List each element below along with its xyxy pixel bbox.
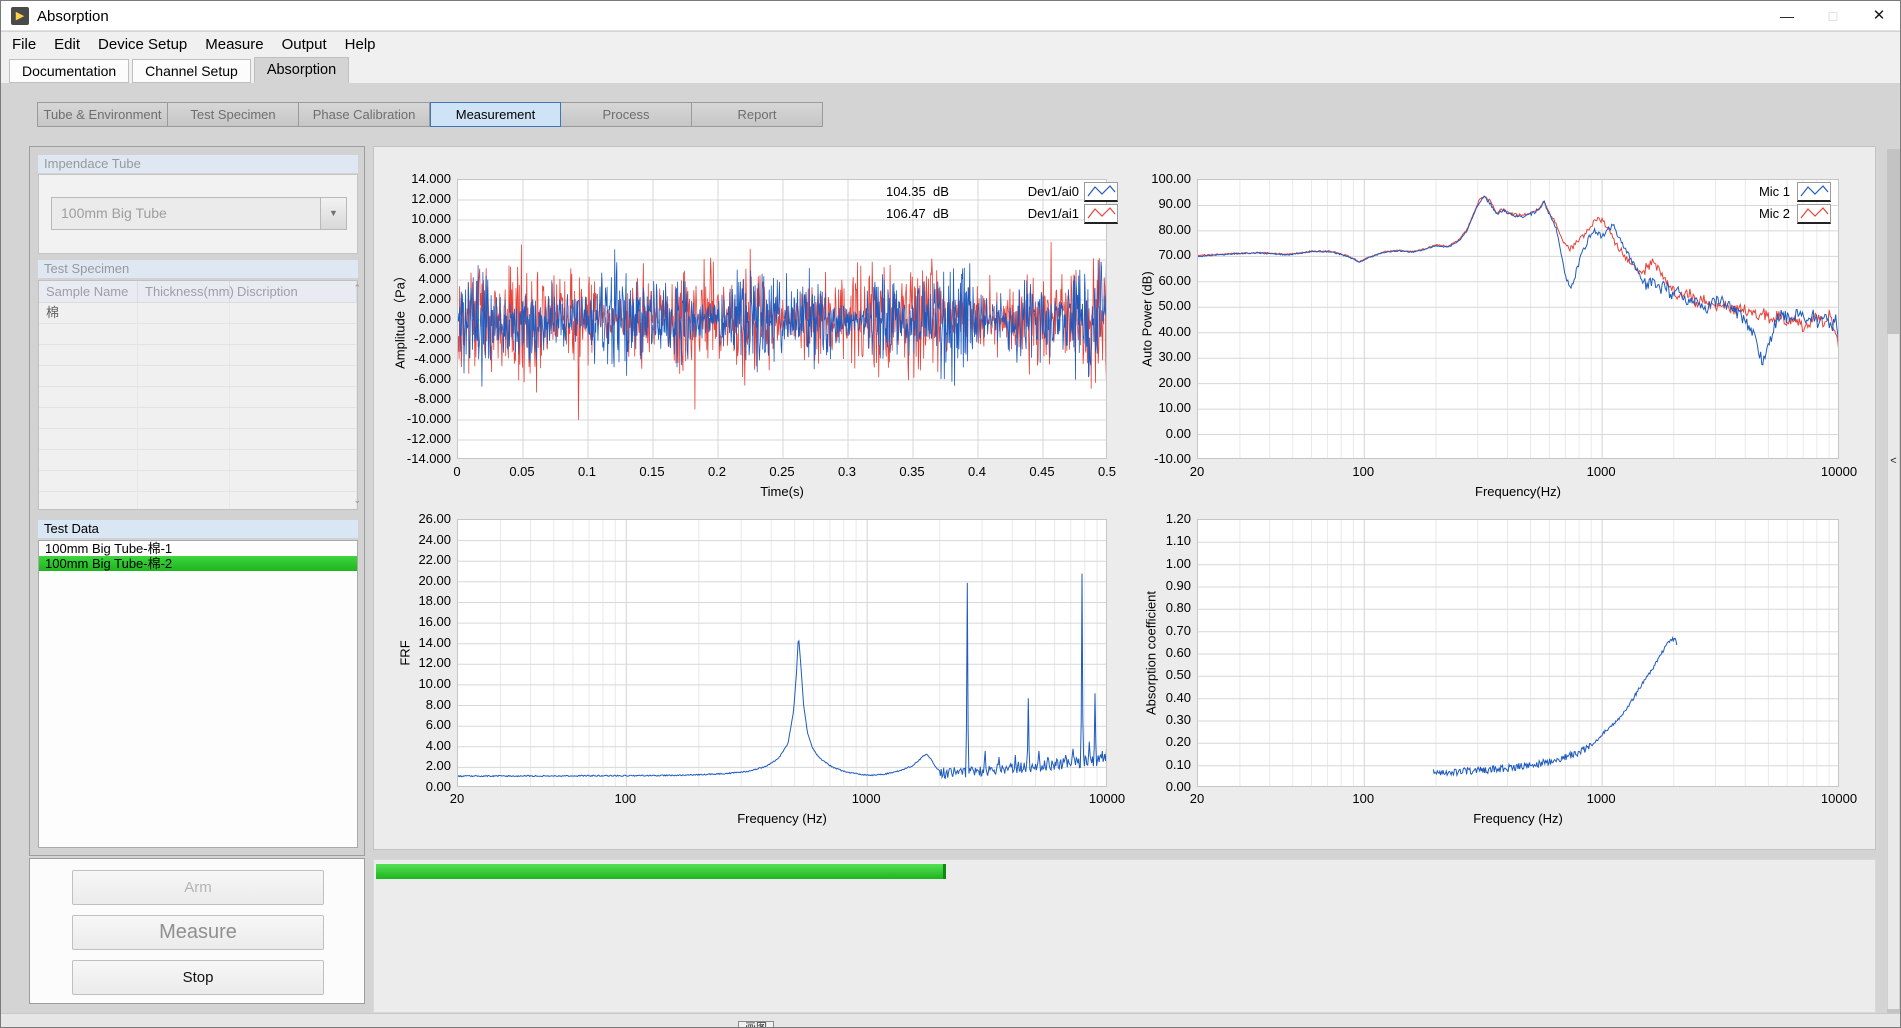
cell-empty [230, 492, 357, 510]
cell-empty [39, 450, 138, 470]
arm-button[interactable]: Arm [72, 870, 324, 905]
cell-empty [138, 387, 230, 407]
impedance-tube-group: 100mm Big Tube ▼ [38, 174, 358, 254]
main-tab-strip: DocumentationChannel SetupAbsorption [1, 57, 1901, 83]
column-header-discription: Discription [230, 281, 357, 302]
cell-empty [230, 366, 357, 386]
progress-bar [376, 864, 1876, 879]
chevron-left-icon[interactable]: < [1887, 453, 1900, 469]
scroll-down-icon[interactable]: ⌄ [353, 495, 361, 506]
cell-empty [230, 408, 357, 428]
cell-empty [230, 471, 357, 491]
cell-empty [230, 429, 357, 449]
table-row-empty[interactable] [39, 366, 357, 387]
cell-empty [138, 324, 230, 344]
table-row-empty[interactable] [39, 324, 357, 345]
cell-empty [138, 366, 230, 386]
table-row-empty[interactable] [39, 429, 357, 450]
minimize-button[interactable]: — [1764, 1, 1810, 31]
cell-empty [230, 450, 357, 470]
application-window: ▶ Absorption — □ ✕ FileEditDevice SetupM… [0, 0, 1901, 1028]
menu-item-edit[interactable]: Edit [45, 32, 89, 57]
window-title: Absorption [37, 8, 109, 25]
cell-empty [138, 492, 230, 510]
cell-sample-name: 棉 [39, 303, 138, 323]
impedance-tube-dropdown-value: 100mm Big Tube [61, 198, 167, 229]
app-icon: ▶ [11, 7, 29, 25]
table-row[interactable]: 棉 [39, 303, 357, 324]
cell-discription [230, 303, 357, 323]
cell-empty [39, 471, 138, 491]
subtab-report[interactable]: Report [692, 102, 823, 127]
table-row-empty[interactable] [39, 408, 357, 429]
chevron-down-icon[interactable]: ▼ [320, 198, 346, 229]
table-row-empty[interactable] [39, 345, 357, 366]
right-splitter[interactable] [1887, 334, 1900, 1009]
cell-empty [138, 450, 230, 470]
close-button[interactable]: ✕ [1856, 1, 1901, 31]
maximize-button[interactable]: □ [1810, 1, 1856, 31]
cell-empty [39, 492, 138, 510]
cell-empty [230, 387, 357, 407]
table-row-empty[interactable] [39, 450, 357, 471]
sidebar-panel: Impendace Tube 100mm Big Tube ▼ Test Spe… [29, 146, 365, 856]
list-item[interactable]: 100mm Big Tube-棉-1 [39, 541, 357, 556]
impedance-tube-header: Impendace Tube [38, 155, 358, 173]
cell-empty [39, 345, 138, 365]
charts-panel [373, 146, 1876, 850]
stop-button[interactable]: Stop [72, 960, 324, 995]
subtab-measurement[interactable]: Measurement [430, 102, 561, 127]
command-buttons-panel: Arm Measure Stop [29, 858, 365, 1004]
tab-documentation[interactable]: Documentation [9, 59, 129, 83]
cell-thickness [138, 303, 230, 323]
measure-button[interactable]: Measure [72, 915, 324, 950]
progress-bar-fill [376, 864, 946, 879]
column-header-thickness-mm: Thickness(mm) [138, 281, 230, 302]
cell-empty [230, 324, 357, 344]
table-row-empty[interactable] [39, 471, 357, 492]
test-specimen-table[interactable]: Sample NameThickness(mm)Discription棉 [38, 280, 358, 510]
menubar: FileEditDevice SetupMeasureOutputHelp [1, 32, 1901, 57]
cell-empty [39, 387, 138, 407]
sub-tab-strip: Tube & EnvironmentTest SpecimenPhase Cal… [37, 102, 823, 127]
tab-channel-setup[interactable]: Channel Setup [132, 59, 251, 83]
menu-item-measure[interactable]: Measure [196, 32, 272, 57]
menu-item-help[interactable]: Help [336, 32, 385, 57]
cell-empty [39, 366, 138, 386]
cell-empty [138, 429, 230, 449]
paint-button-partial[interactable]: 画图 [738, 1021, 774, 1028]
subtab-phase-calibration[interactable]: Phase Calibration [299, 102, 430, 127]
menu-item-file[interactable]: File [3, 32, 45, 57]
menu-item-output[interactable]: Output [273, 32, 336, 57]
subtab-process[interactable]: Process [561, 102, 692, 127]
cell-empty [230, 345, 357, 365]
test-data-header: Test Data [38, 520, 358, 538]
window-titlebar: ▶ Absorption — □ ✕ [1, 1, 1901, 31]
cell-empty [39, 324, 138, 344]
cell-empty [138, 345, 230, 365]
table-header-row: Sample NameThickness(mm)Discription [39, 281, 357, 303]
test-data-list[interactable]: 100mm Big Tube-棉-1100mm Big Tube-棉-2 [38, 540, 358, 848]
impedance-tube-dropdown[interactable]: 100mm Big Tube ▼ [51, 197, 347, 230]
list-item[interactable]: 100mm Big Tube-棉-2 [39, 556, 357, 571]
cell-empty [39, 408, 138, 428]
cell-empty [39, 429, 138, 449]
column-header-sample-name: Sample Name [39, 281, 138, 302]
test-specimen-header: Test Specimen [38, 260, 358, 278]
subtab-tube-environment[interactable]: Tube & Environment [37, 102, 168, 127]
footer-strip [1, 1013, 1901, 1028]
scroll-up-icon[interactable]: ⌃ [353, 283, 361, 294]
lower-panel [373, 859, 1876, 1013]
table-row-empty[interactable] [39, 387, 357, 408]
cell-empty [138, 408, 230, 428]
table-row-empty[interactable] [39, 492, 357, 510]
subtab-test-specimen[interactable]: Test Specimen [168, 102, 299, 127]
menu-item-device-setup[interactable]: Device Setup [89, 32, 196, 57]
cell-empty [138, 471, 230, 491]
tab-absorption[interactable]: Absorption [254, 57, 349, 83]
